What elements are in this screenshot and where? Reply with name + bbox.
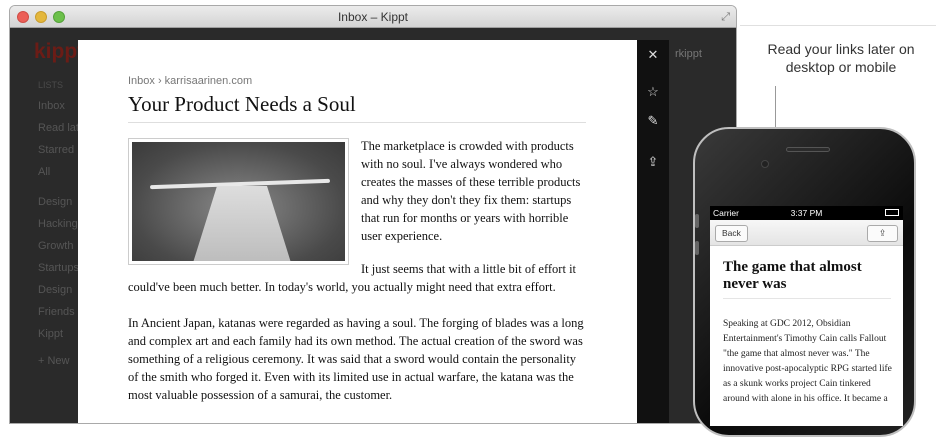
user-menu[interactable]: rkippt (675, 48, 702, 60)
article-paragraph: In Ancient Japan, katanas were regarded … (128, 316, 584, 402)
article-action-rail: ✕ ☆ ✎ ⇪ (637, 40, 669, 423)
article-title: Your Product Needs a Soul (128, 92, 356, 116)
share-icon[interactable]: ⇪ (867, 225, 898, 242)
promo-caption: Read your links later on desktop or mobi… (767, 41, 915, 75)
sidebar-item-list[interactable]: Kippt (38, 328, 63, 340)
sidebar-item-all[interactable]: All (38, 166, 50, 178)
phone-screen: Carrier 3:37 PM Back ⇪ The game that alm… (710, 206, 903, 426)
sidebar-item-list[interactable]: Friends (38, 306, 75, 318)
share-icon[interactable]: ⇪ (637, 154, 669, 170)
clock: 3:37 PM (790, 208, 823, 218)
phone-speaker (786, 147, 830, 152)
phone-camera (761, 160, 769, 168)
divider (740, 25, 936, 26)
sidebar-item-list[interactable]: Design (38, 196, 72, 208)
sidebar-item-list[interactable]: Hacking (38, 218, 78, 230)
edit-icon[interactable]: ✎ (637, 113, 669, 129)
back-button[interactable]: Back (715, 225, 748, 242)
battery-icon (885, 209, 899, 216)
window-title: Inbox – Kippt (337, 10, 409, 24)
article-paragraph: It just seems that with a little bit of … (128, 262, 577, 294)
star-icon[interactable]: ☆ (637, 84, 669, 100)
sidebar-item-list[interactable]: Startups (38, 262, 79, 274)
breadcrumb[interactable]: Inbox › karrisaarinen.com (128, 75, 252, 87)
cloth-drape (192, 186, 292, 261)
article-paragraph: The marketplace is crowded with products… (361, 139, 581, 243)
kippt-logo[interactable]: kippt (34, 40, 84, 64)
caption-pointer-line (775, 86, 776, 130)
sidebar-heading: LISTS (38, 80, 64, 90)
fullscreen-icon[interactable]: ⤢ (721, 11, 730, 24)
sidebar-item-starred[interactable]: Starred (38, 144, 74, 156)
sidebar-item-inbox[interactable]: Inbox (38, 100, 65, 112)
iphone-mockup: Carrier 3:37 PM Back ⇪ The game that alm… (693, 127, 916, 437)
sidebar-item-list[interactable]: Design (38, 284, 72, 296)
phone-article-body: Speaking at GDC 2012, Obsidian Entertain… (723, 319, 892, 404)
close-icon[interactable]: ✕ (637, 47, 669, 63)
status-bar: Carrier 3:37 PM (710, 206, 903, 220)
phone-article-title: The game that almost never was (723, 259, 862, 292)
divider (723, 298, 891, 299)
divider (128, 122, 586, 123)
article-reader: Inbox › karrisaarinen.com Your Product N… (78, 40, 637, 423)
phone-side-button (695, 214, 699, 228)
katana-photo (128, 138, 349, 265)
phone-side-button (695, 241, 699, 255)
sidebar-item-list[interactable]: Growth (38, 240, 73, 252)
new-list-button[interactable]: + New (38, 355, 70, 367)
phone-nav-bar: Back ⇪ (710, 220, 903, 246)
title-bar: Inbox – Kippt ⤢ (10, 6, 736, 28)
